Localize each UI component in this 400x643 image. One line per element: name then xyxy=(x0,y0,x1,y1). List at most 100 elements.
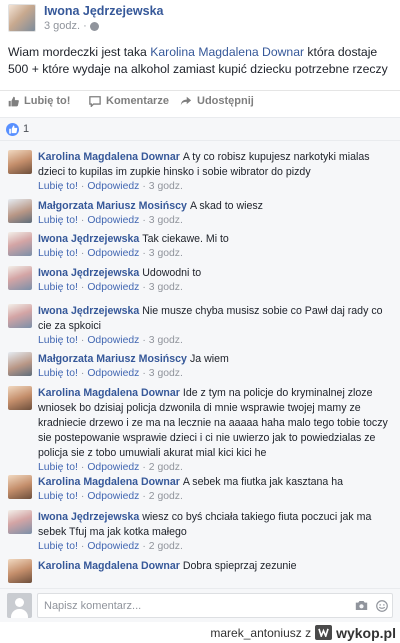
post-text-before: Wiam mordeczki jest taka xyxy=(8,45,151,59)
comment-author[interactable]: Iwona Jędrzejewska xyxy=(38,267,139,279)
comment-meta: Lubię to! · Odpowiedz · 3 godz. xyxy=(38,282,183,293)
comment-timestamp[interactable]: 2 godz. xyxy=(149,462,183,473)
comment-body: Małgorzata Mariusz Mosińscy A skad to wie… xyxy=(38,199,394,214)
comment-text: Udowodni to xyxy=(142,267,202,279)
comment-meta: Lubię to! · Odpowiedz · 3 godz. xyxy=(38,215,183,226)
commenter-avatar[interactable] xyxy=(8,559,32,583)
commenter-avatar[interactable] xyxy=(8,386,32,410)
like-reaction-icon xyxy=(6,123,19,136)
comment-timestamp[interactable]: 2 godz. xyxy=(149,491,183,502)
comment-meta: Lubię to! · Odpowiedz · 2 godz. xyxy=(38,462,183,473)
comment-reply-link[interactable]: Odpowiedz xyxy=(87,335,139,346)
comment-author[interactable]: Małgorzata Mariusz Mosińscy xyxy=(38,200,187,212)
comment-like-link[interactable]: Lubię to! xyxy=(38,181,78,192)
comment-reply-link[interactable]: Odpowiedz xyxy=(87,181,139,192)
post-author-name[interactable]: Iwona Jędrzejewska xyxy=(44,4,164,18)
commenter-avatar[interactable] xyxy=(8,150,32,174)
comment-author[interactable]: Iwona Jędrzejewska xyxy=(38,233,139,245)
commenter-avatar[interactable] xyxy=(8,510,32,534)
comment-reply-link[interactable]: Odpowiedz xyxy=(87,248,139,259)
comment-reply-link[interactable]: Odpowiedz xyxy=(87,282,139,293)
comment-text: A sebek ma fiutka jak kasztana ha xyxy=(182,476,344,488)
share-button-label: Udostępnij xyxy=(197,95,254,107)
comment-body: Iwona Jędrzejewska Nie musze chyba musisz… xyxy=(38,304,394,334)
comment-like-link[interactable]: Lubię to! xyxy=(38,335,78,346)
comment-body: Karolina Magdalena Downar A sebek ma fiut… xyxy=(38,475,394,490)
like-button[interactable]: Lubię to! xyxy=(8,95,70,107)
thumbs-up-icon xyxy=(8,96,19,106)
comment-body: Iwona Jędrzejewska wiesz co byś chciała t… xyxy=(38,510,394,540)
comment-meta: Lubię to! · Odpowiedz · 3 godz. xyxy=(38,181,183,192)
globe-icon[interactable] xyxy=(89,21,99,31)
wykop-watermark: marek_antoniusz z wykop.pl xyxy=(210,622,400,643)
comment-timestamp[interactable]: 3 godz. xyxy=(149,368,183,379)
comment-list: Karolina Magdalena Downar A ty co robisz … xyxy=(0,141,400,588)
comment-author[interactable]: Iwona Jędrzejewska xyxy=(38,305,139,317)
like-button-label: Lubię to! xyxy=(24,95,71,107)
comment-like-link[interactable]: Lubię to! xyxy=(38,541,78,552)
post-author-avatar[interactable] xyxy=(8,4,36,32)
comment-author[interactable]: Iwona Jędrzejewska xyxy=(38,511,139,523)
watermark-username: marek_antoniusz z xyxy=(210,625,312,640)
commenter-avatar[interactable] xyxy=(8,475,32,499)
comment-button[interactable]: Komentarze xyxy=(89,95,169,107)
comment-text: Dobra spieprzaj zezunie xyxy=(182,560,297,572)
commenter-avatar[interactable] xyxy=(8,199,32,223)
comment-author[interactable]: Małgorzata Mariusz Mosińscy xyxy=(38,353,187,365)
comment-reply-link[interactable]: Odpowiedz xyxy=(87,368,139,379)
comment-like-link[interactable]: Lubię to! xyxy=(38,215,78,226)
comment-like-link[interactable]: Lubię to! xyxy=(38,248,78,259)
comment-timestamp[interactable]: 3 godz. xyxy=(149,181,183,192)
share-button[interactable]: Udostępnij xyxy=(180,95,254,107)
watermark-brand: wykop.pl xyxy=(336,624,396,641)
comment-meta: Lubię to! · Odpowiedz · 3 godz. xyxy=(38,368,183,379)
comment-meta: Lubię to! · Odpowiedz · 2 godz. xyxy=(38,491,183,502)
comment-timestamp[interactable]: 3 godz. xyxy=(149,335,183,346)
comment-body: Karolina Magdalena Downar Ide z tym na po… xyxy=(38,386,394,461)
like-count[interactable]: 1 xyxy=(23,123,29,135)
wykop-logo-icon xyxy=(315,625,333,640)
comment-like-link[interactable]: Lubię to! xyxy=(38,282,78,293)
comment-meta: Lubię to! · Odpowiedz · 3 godz. xyxy=(38,248,183,259)
commenter-avatar[interactable] xyxy=(8,266,32,290)
comment-button-label: Komentarze xyxy=(106,95,169,107)
comment-body: Karolina Magdalena Downar A ty co robisz … xyxy=(38,150,394,180)
comment-author[interactable]: Karolina Magdalena Downar xyxy=(38,476,180,488)
comment-author[interactable]: Karolina Magdalena Downar xyxy=(38,560,180,572)
comment-author[interactable]: Karolina Magdalena Downar xyxy=(38,387,180,399)
post-meta: 3 godz. · xyxy=(44,20,99,32)
post-header: Iwona Jędrzejewska 3 godz. · xyxy=(0,0,400,36)
comment-reply-link[interactable]: Odpowiedz xyxy=(87,541,139,552)
comment-timestamp[interactable]: 3 godz. xyxy=(149,215,183,226)
comment-timestamp[interactable]: 2 godz. xyxy=(149,541,183,552)
comment-input[interactable] xyxy=(37,593,393,618)
share-icon xyxy=(180,96,192,106)
comment-reply-link[interactable]: Odpowiedz xyxy=(87,215,139,226)
comment-timestamp[interactable]: 3 godz. xyxy=(149,282,183,293)
commenter-avatar[interactable] xyxy=(8,352,32,376)
comment-meta: Lubię to! · Odpowiedz · 3 godz. xyxy=(38,335,183,346)
comment-body: Małgorzata Mariusz Mosińscy Ja wiem xyxy=(38,352,394,367)
comment-reply-link[interactable]: Odpowiedz xyxy=(87,491,139,502)
post-action-bar: Lubię to! Komentarze Udostępnij xyxy=(0,90,400,112)
commenter-avatar[interactable] xyxy=(8,232,32,256)
comment-text: A skad to wiesz xyxy=(189,200,263,212)
emoji-icon[interactable] xyxy=(376,600,388,612)
comment-like-link[interactable]: Lubię to! xyxy=(38,462,78,473)
comment-icon xyxy=(89,95,101,107)
camera-icon[interactable] xyxy=(355,600,368,611)
commenter-avatar[interactable] xyxy=(8,304,32,328)
comment-reply-link[interactable]: Odpowiedz xyxy=(87,462,139,473)
comment-author[interactable]: Karolina Magdalena Downar xyxy=(38,151,180,163)
post-timestamp[interactable]: 3 godz. xyxy=(44,20,80,32)
comment-timestamp[interactable]: 3 godz. xyxy=(149,248,183,259)
current-user-avatar xyxy=(7,593,32,618)
comment-meta: Lubię to! · Odpowiedz · 2 godz. xyxy=(38,541,183,552)
comment-body: Iwona Jędrzejewska Udowodni to xyxy=(38,266,394,281)
comment-text: Ja wiem xyxy=(189,353,229,365)
reactions-summary[interactable]: 1 xyxy=(0,117,400,141)
comment-body: Iwona Jędrzejewska Tak ciekawe. Mi to xyxy=(38,232,394,247)
post-mention-link[interactable]: Karolina Magdalena Downar xyxy=(150,45,304,59)
comment-like-link[interactable]: Lubię to! xyxy=(38,491,78,502)
comment-like-link[interactable]: Lubię to! xyxy=(38,368,78,379)
